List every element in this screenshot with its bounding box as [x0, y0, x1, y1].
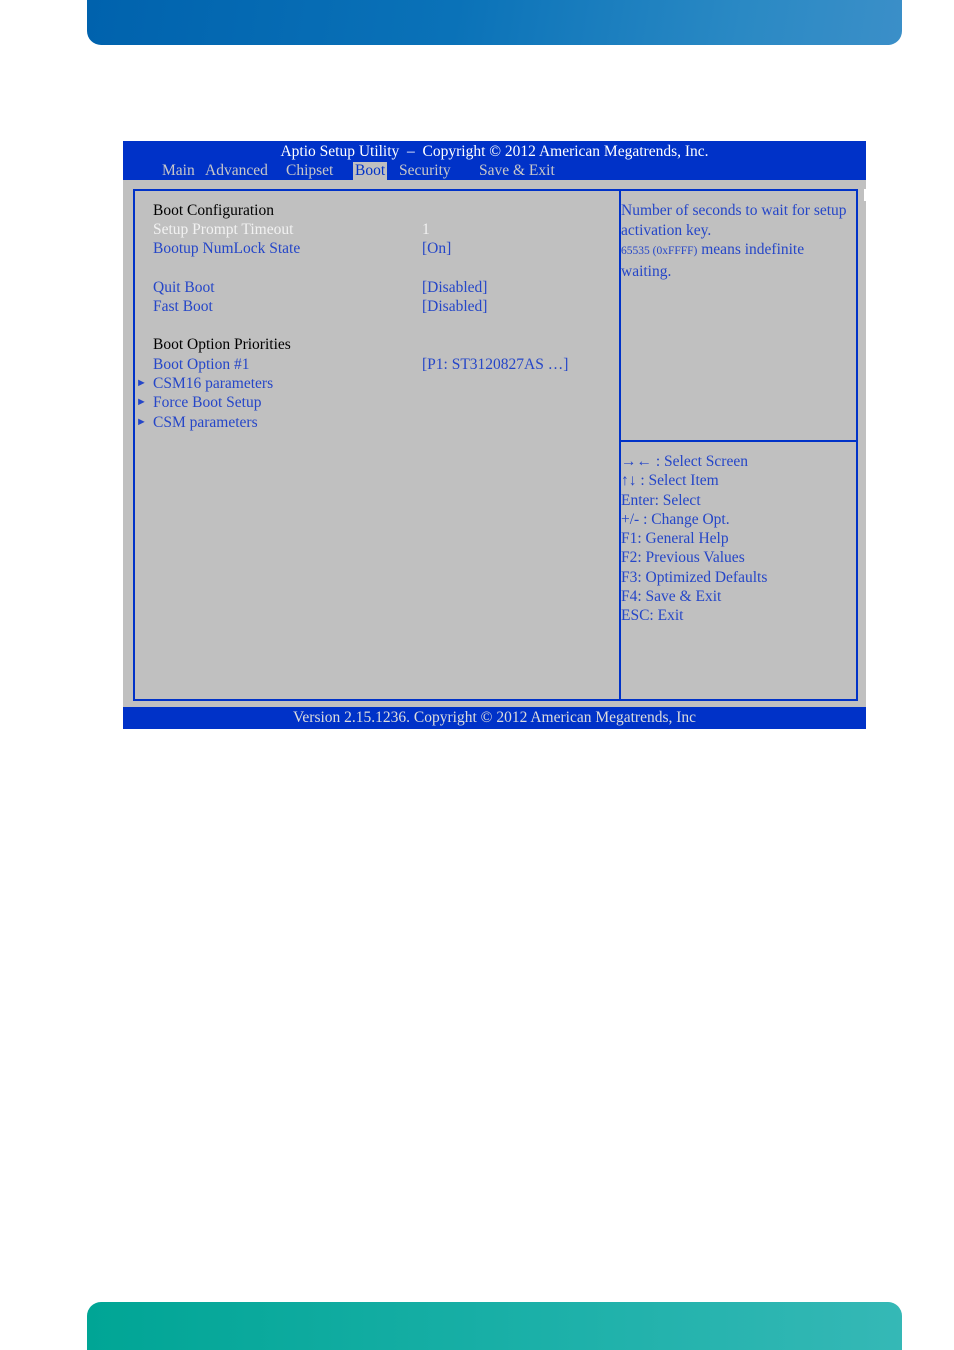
- submenu-arrow-icon: ►: [136, 396, 147, 408]
- tab-boot[interactable]: Boot: [353, 162, 388, 180]
- tab-save-exit[interactable]: Save & Exit: [477, 162, 557, 180]
- key-select-item: ↑↓ : Select Item: [621, 472, 719, 490]
- setting-value[interactable]: [Disabled]: [422, 297, 487, 316]
- setting-label: Fast Boot: [153, 298, 213, 315]
- submenu-arrow-icon: ►: [136, 377, 147, 389]
- key-change-opt: +/- : Change Opt.: [621, 510, 730, 528]
- tab-security[interactable]: Security: [397, 162, 453, 180]
- key-f1-help: F1: General Help: [621, 530, 729, 548]
- submenu-label: Force Boot Setup: [153, 394, 262, 411]
- key-legend: →← : Select Screen ↑↓ : Select Item Ente…: [621, 452, 767, 626]
- page-footer-band: [87, 1302, 902, 1350]
- submenu-label: CSM16 parameters: [153, 375, 274, 392]
- help-text: Number of seconds to wait for setup acti…: [621, 202, 847, 280]
- bios-footer: Version 2.15.1236. Copyright © 2012 Amer…: [123, 707, 866, 729]
- key-f3-defaults: F3: Optimized Defaults: [621, 568, 768, 586]
- panel-edge-mark: [864, 189, 867, 201]
- setting-value[interactable]: 1: [422, 220, 430, 239]
- setting-label: Quit Boot: [153, 279, 215, 296]
- tab-main[interactable]: Main: [160, 162, 197, 180]
- setting-label: Setup Prompt Timeout: [153, 221, 294, 238]
- help-panel: Number of seconds to wait for setup acti…: [619, 189, 858, 701]
- help-divider: [619, 440, 856, 442]
- setting-label: Bootup NumLock State: [153, 240, 301, 257]
- bios-header: Aptio Setup Utility – Copyright © 2012 A…: [123, 141, 866, 180]
- key-select-screen: →← : Select Screen: [621, 453, 748, 470]
- page-header-band: [87, 0, 902, 45]
- tab-chipset[interactable]: Chipset: [284, 162, 335, 180]
- key-f4-save-exit: F4: Save & Exit: [621, 588, 722, 606]
- setting-value[interactable]: [Disabled]: [422, 278, 487, 297]
- setting-value[interactable]: [On]: [422, 239, 451, 258]
- submenu-arrow-icon: ►: [136, 416, 147, 428]
- bios-setup-screen: Aptio Setup Utility – Copyright © 2012 A…: [123, 141, 867, 729]
- tab-advanced[interactable]: Advanced: [203, 162, 270, 180]
- submenu-label: CSM parameters: [153, 414, 258, 431]
- key-esc-exit: ESC: Exit: [621, 607, 684, 625]
- bios-title: Aptio Setup Utility – Copyright © 2012 A…: [280, 143, 709, 160]
- setting-label: Boot Option #1: [153, 356, 250, 373]
- setting-value[interactable]: [P1: ST3120827AS …]: [422, 355, 568, 374]
- settings-panel: Boot Configuration Setup Prompt Timeout …: [133, 189, 621, 701]
- key-f2-previous: F2: Previous Values: [621, 549, 745, 567]
- key-enter-select: Enter: Select: [621, 491, 701, 509]
